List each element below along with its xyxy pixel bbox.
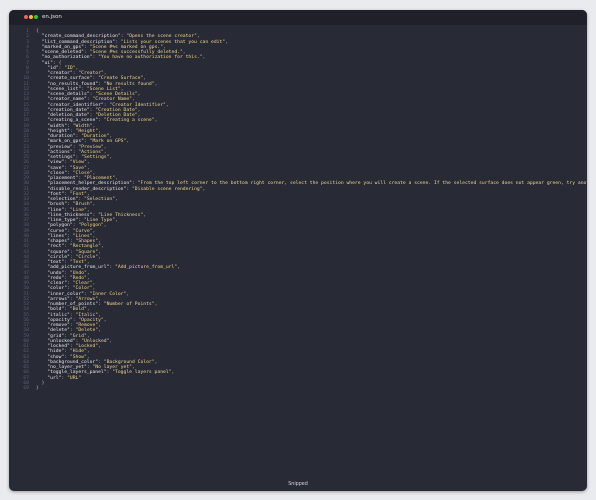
code-text: "close": "Close", [47,170,96,176]
code-text: "unlocked": "Unlocked", [47,338,113,344]
code-text: "url": "URL" [47,375,82,381]
code-text: "brush": "Brush", [47,202,96,208]
code-text: "hide": "Hide", [47,349,90,355]
code-text: "polygon": "Polygon", [47,223,107,229]
code-text: "placement_helper_description": "From th… [47,181,587,187]
code-text: "id": "ID", [47,65,79,71]
maximize-window-icon[interactable] [34,15,38,19]
code-text: "creating_a_scene": "Creating a scene", [47,118,158,124]
code-text: "curve": "Curve", [47,228,96,234]
code-text: "line_thickness": "Line Thickness", [47,212,147,218]
code-text: "background_color": "Background Color", [47,359,158,365]
code-text: "show": "Show", [47,354,90,360]
code-text: } [36,386,39,391]
code-text: "scene_list": "Scene List", [47,86,124,92]
code-text: "delete": "Delete", [47,328,101,334]
code-text: "lines": "Lines", [47,233,96,239]
code-text: "arrows": "Arrows", [47,296,101,302]
code-text: "redo": "Redo", [47,275,90,281]
code-text: "creator_name": "Creator Name", [47,97,135,103]
code-text: "create_command_description": "Opens the… [41,34,200,40]
code-text: "no_results_found": "No results found", [47,81,158,87]
code-line: 69} [9,386,587,391]
minimize-window-icon[interactable] [29,15,33,19]
code-text: "ui": { [41,60,62,66]
code-text: "save": "Save", [47,165,90,171]
code-window: en.json 1{2 "create_command_description"… [9,10,587,491]
code-text: "height": "Height", [47,128,101,134]
code-text: "rect": "Rectangle", [47,244,104,250]
footer-caption: Snipped [288,482,308,487]
code-text: "toggle_layers_panel": "Toggle layers pa… [47,370,175,376]
code-text: "mark_on_gps": "Mark on GPS", [47,139,130,145]
code-text: "width": "Width", [47,123,96,129]
window-titlebar: en.json [9,10,587,25]
code-text: "actions": "Actions", [47,149,107,155]
code-text: "preview": "Preview", [47,144,107,150]
close-window-icon[interactable] [24,15,28,19]
code-text: "font": "Font", [47,191,90,197]
code-text: "view": "View", [47,160,90,166]
code-text: "grid": "Grid", [47,333,90,339]
code-text: "undo": "Undo", [47,270,90,276]
code-text: "square": "Square", [47,249,101,255]
line-number: 69 [23,386,29,391]
code-text: "create_surface": "Create Surface", [47,76,147,82]
code-text: "inner_color": "Inner Color", [47,291,130,297]
code-text: "no_authorization": "You have no authori… [41,55,206,61]
code-text: "list_command_description": "Lists your … [41,39,228,45]
code-text: "creator_identifier": "Creator Identifie… [47,102,169,108]
code-text: "italic": "Italic", [47,312,101,318]
code-text: "opacity": "Opacity", [47,317,107,323]
code-text: } [36,380,45,386]
code-text: "add_picture_from_url": "Add_picture_fro… [47,265,180,271]
window-title: en.json [42,14,62,20]
code-text: "circle": "Circle", [47,254,101,260]
code-text: "creation_date": "Creation Date", [47,107,141,113]
code-editor: 1{2 "create_command_description": "Opens… [9,29,587,391]
code-text: "line": "Line", [47,207,90,213]
code-text: "bold": "Bold", [47,307,90,313]
code-text: "disable_render_description": "Disable s… [47,186,206,192]
code-text: "marked_on_gps": "Scene #%s marked on gp… [41,44,166,50]
code-text: "color": "Color", [47,286,96,292]
